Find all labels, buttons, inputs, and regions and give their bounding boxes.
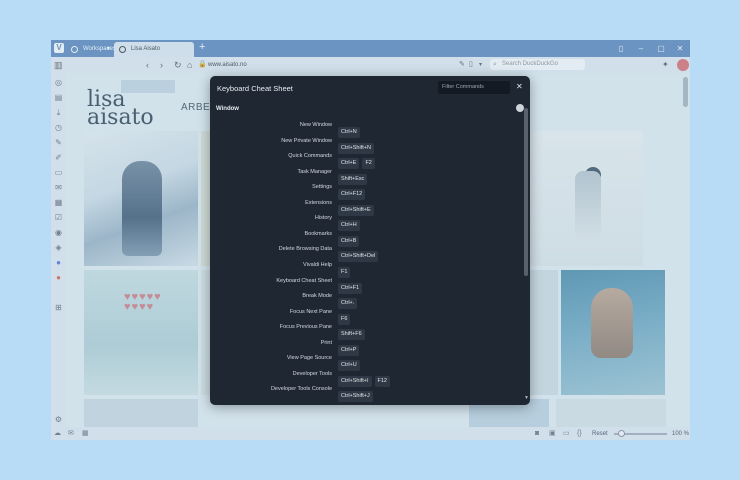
command-row[interactable]: Focus Previous Pane Shift+F6 [210, 321, 520, 341]
command-label: Developer Tools Console [270, 386, 332, 393]
dialog-title: Keyboard Cheat Sheet [217, 84, 293, 93]
scroll-down-arrow-icon[interactable]: ▼ [524, 395, 529, 401]
command-label: Developer Tools [292, 370, 332, 377]
command-row[interactable]: Settings Ctrl+F12 [210, 181, 520, 201]
shortcut-keys: Shift+Esc [338, 167, 370, 185]
command-row[interactable]: Developer Tools Ctrl+Shift+I F12 [210, 368, 520, 387]
command-row[interactable]: Focus Next Pane F6 [210, 306, 520, 325]
command-label: Task Manager [297, 168, 332, 175]
command-label: Keyboard Cheat Sheet [276, 277, 332, 284]
dialog-scrollbar[interactable] [524, 108, 528, 276]
shortcut-keys: Ctrl+Shift+N [338, 136, 377, 154]
command-row[interactable]: Quick Commands Ctrl+E F2 [210, 150, 520, 170]
shortcut-keys: Ctrl+F12 [338, 182, 368, 201]
command-row[interactable]: Vivaldi Help F1 [210, 259, 520, 278]
shortcut-keys: Ctrl+Shift+I F12 [338, 369, 393, 387]
command-label: Vivaldi Help [303, 261, 332, 268]
shortcut-keys: Ctrl+Shift+J [338, 384, 376, 403]
shortcut-keys: Ctrl+P [338, 338, 362, 356]
shortcut-keys: Ctrl+Shift+E [338, 198, 377, 216]
command-row[interactable]: New Private Window Ctrl+Shift+N [210, 135, 520, 154]
command-label: History [314, 215, 332, 222]
command-label: New Private Window [281, 137, 332, 144]
command-label: Print [320, 339, 332, 346]
command-row[interactable]: New Window Ctrl+N [210, 119, 520, 138]
shortcut-keys: F1 [338, 260, 353, 278]
command-row[interactable]: Keyboard Cheat Sheet Ctrl+F1 [210, 275, 520, 294]
command-row[interactable]: Extensions Ctrl+Shift+E [210, 197, 520, 216]
command-row[interactable]: Print Ctrl+P [210, 337, 520, 356]
command-row[interactable]: Break Mode Ctrl+. [210, 290, 520, 310]
shortcut-keys: Ctrl+F1 [338, 276, 365, 294]
shortcut-keys: Ctrl+U [338, 353, 363, 372]
shortcut-keys: Ctrl+H [338, 213, 363, 232]
command-row[interactable]: History Ctrl+H [210, 212, 520, 232]
shortcut-keys: Ctrl+N [338, 120, 363, 138]
shortcut-keys: Shift+F6 [338, 322, 368, 341]
command-label: Focus Next Pane [289, 308, 332, 315]
command-row[interactable]: Delete Browsing Data Ctrl+Shift+Del [210, 243, 520, 263]
command-label: Focus Previous Pane [279, 324, 332, 331]
shortcut-key[interactable]: Ctrl+Shift+J [338, 391, 373, 403]
section-toggle-icon[interactable] [516, 104, 524, 112]
section-heading: Window [216, 106, 239, 112]
shortcut-keys: F6 [338, 307, 353, 325]
command-label: Break Mode [302, 293, 332, 300]
command-row[interactable]: Bookmarks Ctrl+B [210, 228, 520, 247]
command-label: Settings [312, 184, 332, 191]
command-row[interactable]: View Page Source Ctrl+U [210, 352, 520, 372]
command-label: Bookmarks [304, 230, 332, 237]
filter-commands-input[interactable]: Filter Commands [438, 81, 510, 94]
command-label: Quick Commands [288, 153, 332, 160]
shortcut-keys: Ctrl+B [338, 229, 362, 247]
shortcut-keys: Ctrl+E F2 [338, 151, 378, 170]
command-label: Extensions [305, 199, 332, 206]
command-label: Delete Browsing Data [278, 246, 332, 253]
command-row[interactable]: Developer Tools Console Ctrl+Shift+J [210, 383, 520, 403]
shortcut-keys: Ctrl+Shift+Del [338, 244, 381, 263]
command-label: View Page Source [286, 355, 332, 362]
command-label: New Window [299, 122, 332, 128]
command-row[interactable]: Task Manager Shift+Esc [210, 166, 520, 185]
shortcut-keys: Ctrl+. [338, 291, 360, 310]
keyboard-cheat-sheet-dialog: Keyboard Cheat Sheet Filter Commands ✕ W… [210, 76, 530, 405]
close-icon[interactable]: ✕ [516, 82, 523, 92]
